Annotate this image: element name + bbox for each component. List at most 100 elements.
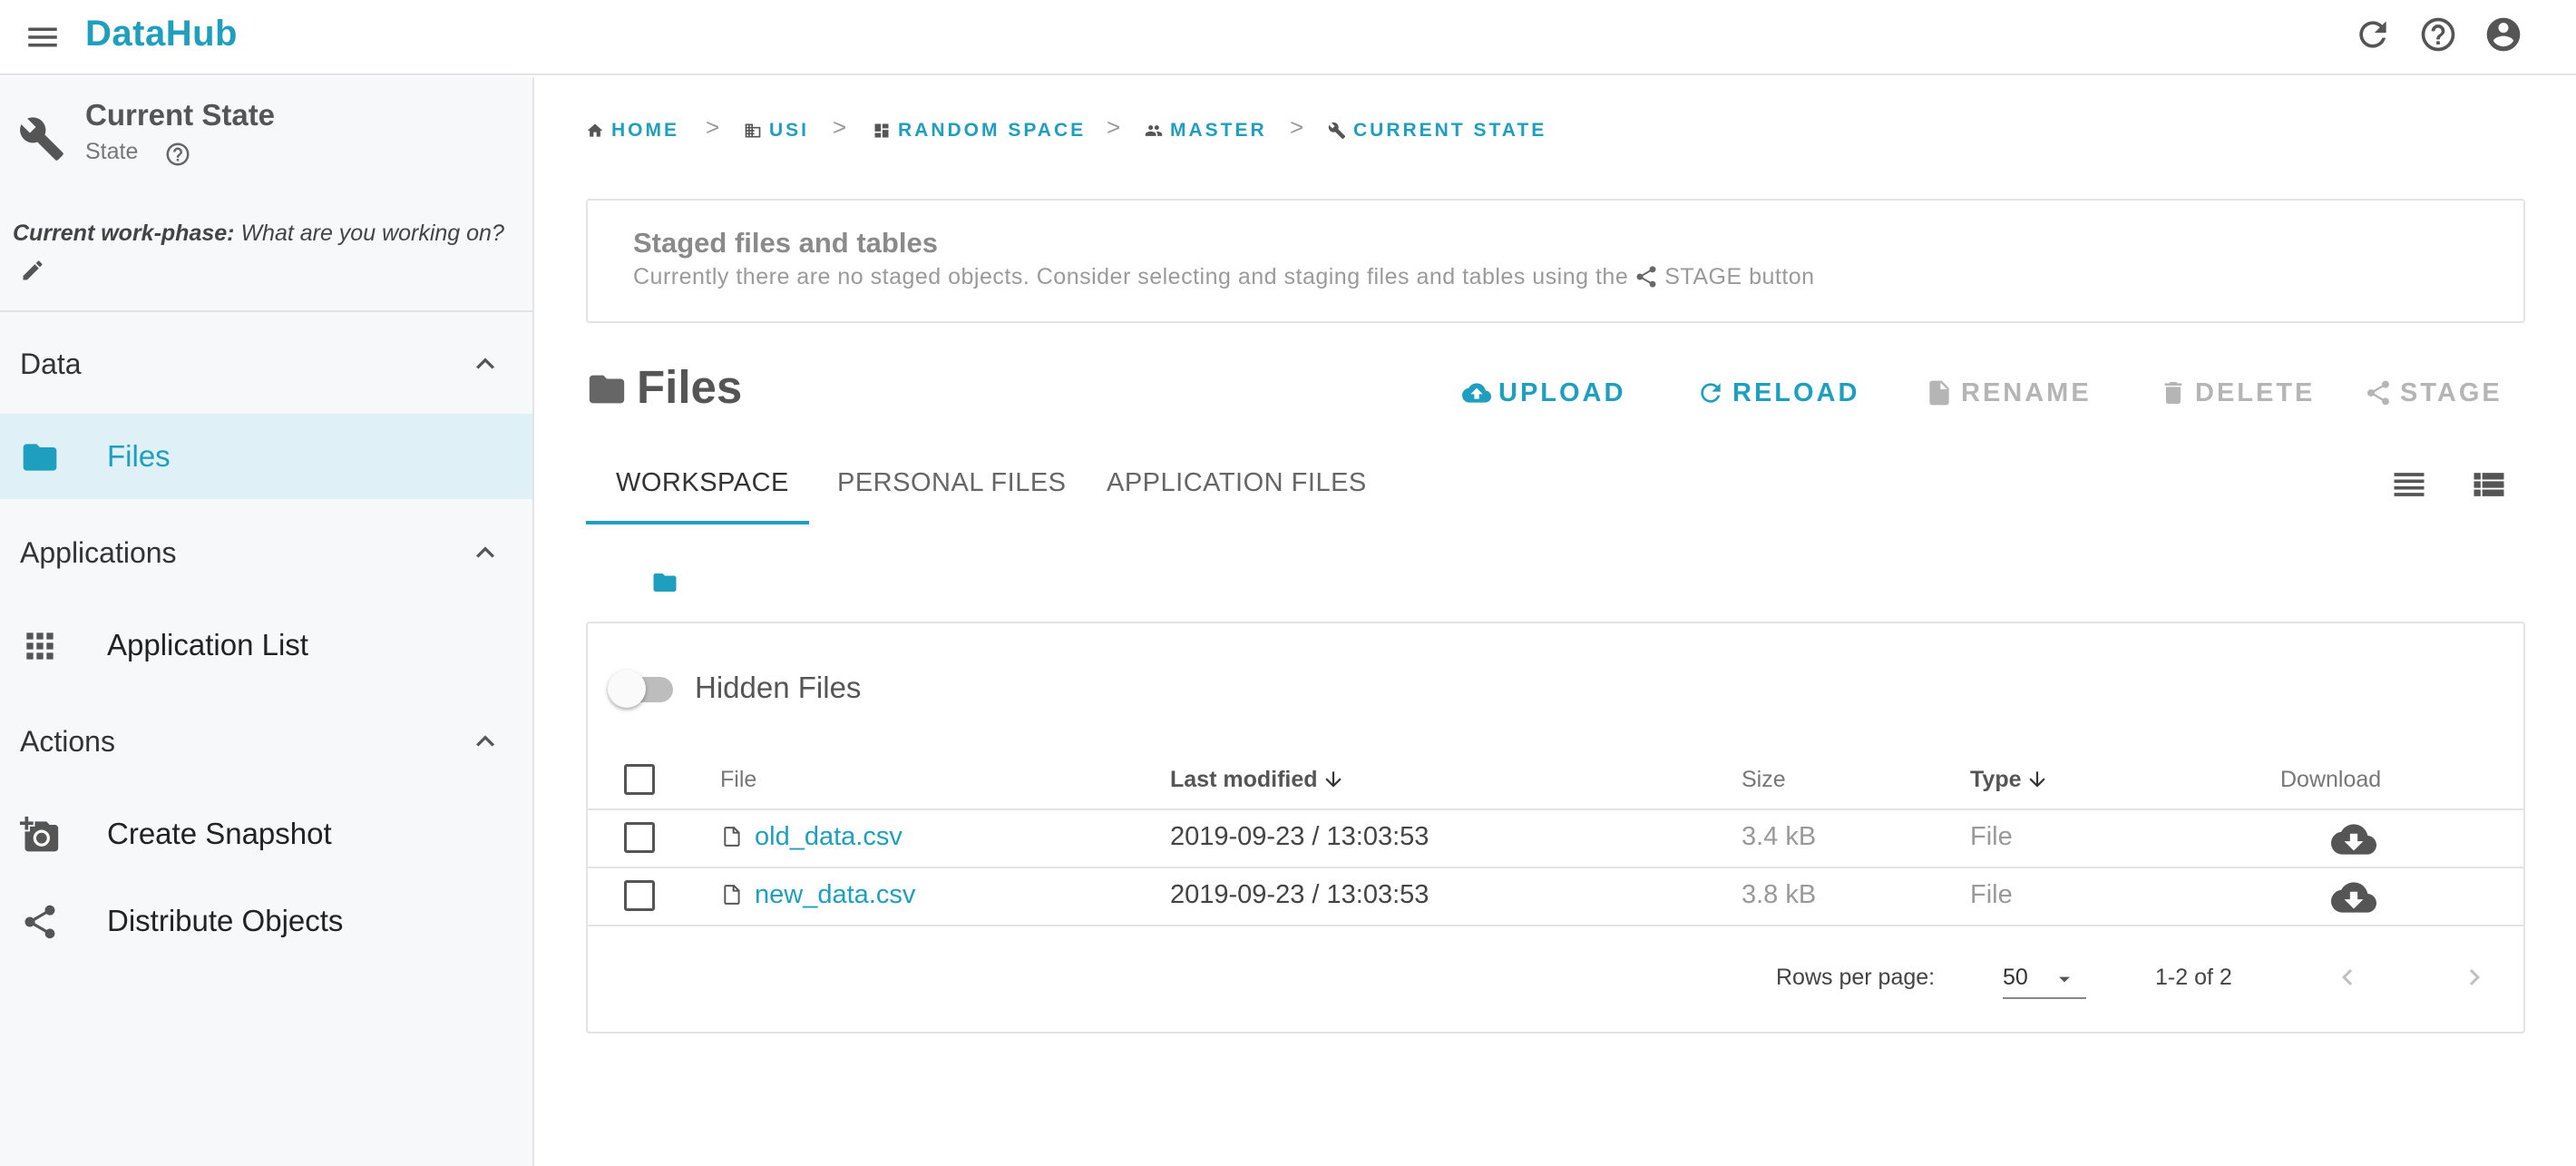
- column-label: Last modified: [1170, 767, 1318, 792]
- cloud-download-icon[interactable]: [2331, 817, 2376, 862]
- file-name: new_data.csv: [755, 880, 916, 909]
- breadcrumb-separator: >: [1107, 113, 1121, 141]
- work-phase-value[interactable]: What are you working on?: [240, 220, 503, 246]
- rename-label: RENAME: [1961, 378, 2092, 407]
- breadcrumb-random-space[interactable]: RANDOM SPACE: [873, 116, 1086, 145]
- sidebar-item-label: Create Snapshot: [107, 817, 332, 850]
- table-row-file-cell[interactable]: old_data.csv: [720, 820, 903, 853]
- delete-button[interactable]: DELETE: [2159, 374, 2315, 412]
- staged-text: Currently there are no staged objects. C…: [633, 264, 1629, 289]
- dashboard-icon: [874, 123, 889, 138]
- breadcrumb-label: RANDOM SPACE: [898, 120, 1087, 141]
- sidebar-item-distribute-objects[interactable]: Distribute Objects: [0, 878, 532, 964]
- file-link[interactable]: old_data.csv: [720, 820, 903, 853]
- breadcrumb-label: CURRENT STATE: [1353, 120, 1547, 141]
- table-row-file-cell[interactable]: new_data.csv: [720, 878, 915, 911]
- table-cell-size: 3.8 kB: [1742, 880, 1817, 909]
- table-cell-modified: 2019-09-23 / 13:03:53: [1170, 822, 1429, 851]
- row-checkbox[interactable]: [624, 880, 655, 911]
- select-all-checkbox[interactable]: [624, 764, 655, 795]
- column-header-size[interactable]: Size: [1742, 765, 1786, 794]
- grid-icon: [20, 626, 60, 666]
- column-header-type[interactable]: Type: [1970, 765, 2049, 794]
- sidebar-item-application-list[interactable]: Application List: [0, 603, 532, 688]
- sidebar-item-label: Distribute Objects: [107, 904, 344, 937]
- file-name: old_data.csv: [755, 822, 903, 851]
- tab-workspace[interactable]: WORKSPACE: [616, 463, 789, 503]
- cloud-download-icon[interactable]: [2331, 875, 2376, 920]
- help-circle-icon[interactable]: [164, 141, 191, 168]
- toggle-knob: [608, 670, 646, 708]
- column-label: Type: [1970, 767, 2022, 792]
- chevron-up-icon: [467, 534, 503, 571]
- refresh-icon[interactable]: [2353, 15, 2393, 54]
- top-app-bar: DataHub: [0, 0, 2576, 75]
- staged-title: Staged files and tables: [633, 227, 938, 259]
- hidden-files-toggle[interactable]: [608, 666, 680, 710]
- breadcrumb-current-state[interactable]: CURRENT STATE: [1328, 116, 1547, 145]
- row-divider: [588, 925, 2523, 926]
- hamburger-menu-icon[interactable]: [24, 18, 62, 56]
- state-subtitle: State: [85, 139, 139, 164]
- file-outline-icon: [724, 885, 740, 905]
- section-label: Applications: [20, 536, 177, 569]
- row-divider: [588, 867, 2523, 868]
- tab-application-files[interactable]: APPLICATION FILES: [1107, 463, 1367, 503]
- section-header-data[interactable]: Data: [0, 328, 532, 400]
- previous-page-icon[interactable]: [2331, 961, 2364, 994]
- table-cell-type: File: [1970, 822, 2013, 851]
- files-table-panel: Hidden Files File Last modified Size Typ…: [586, 622, 2525, 1034]
- breadcrumb-home[interactable]: HOME: [586, 116, 679, 145]
- row-checkbox[interactable]: [624, 822, 655, 853]
- sidebar-item-files[interactable]: Files: [0, 414, 532, 499]
- breadcrumb-label: HOME: [611, 120, 679, 141]
- arrow-down-icon: [1324, 771, 1342, 788]
- row-divider: [588, 808, 2523, 810]
- upload-button[interactable]: UPLOAD: [1462, 374, 1625, 412]
- file-icon: [1929, 380, 1949, 406]
- section-label: Data: [20, 348, 82, 380]
- chevron-up-icon: [467, 723, 503, 759]
- section-header-applications[interactable]: Applications: [0, 516, 532, 589]
- add-camera-icon: [20, 815, 60, 855]
- column-header-file[interactable]: File: [720, 765, 756, 794]
- file-link[interactable]: new_data.csv: [720, 878, 915, 911]
- folder-icon: [20, 437, 60, 477]
- file-outline-icon: [724, 827, 740, 847]
- list-view-icon[interactable]: [2389, 465, 2429, 505]
- rows-per-page-label: Rows per page:: [1776, 965, 1936, 990]
- tab-personal-files[interactable]: PERSONAL FILES: [837, 463, 1067, 503]
- detail-list-view-icon[interactable]: [2469, 465, 2509, 505]
- breadcrumb-separator: >: [706, 113, 720, 141]
- work-phase-label: Current work-phase:: [13, 220, 235, 246]
- share-icon: [2366, 380, 2389, 406]
- section-header-actions[interactable]: Actions: [0, 705, 532, 778]
- wrench-icon: [1328, 122, 1346, 140]
- rename-button[interactable]: RENAME: [1925, 374, 2092, 412]
- stage-button[interactable]: STAGE: [2364, 374, 2503, 412]
- reload-button[interactable]: RELOAD: [1696, 374, 1859, 412]
- column-header-download: Download: [2280, 767, 2382, 792]
- help-icon[interactable]: [2418, 15, 2458, 54]
- hidden-files-label: Hidden Files: [695, 671, 862, 704]
- folder-path-icon[interactable]: [651, 569, 678, 596]
- delete-label: DELETE: [2195, 378, 2316, 407]
- breadcrumb-usi[interactable]: USI: [744, 116, 809, 145]
- state-title: Current State: [85, 98, 276, 132]
- dropdown-arrow-icon: [2059, 976, 2070, 983]
- brand-logo-text[interactable]: DataHub: [85, 11, 238, 56]
- next-page-icon[interactable]: [2458, 961, 2491, 994]
- staged-message: Currently there are no staged objects. C…: [633, 260, 1815, 293]
- table-cell-type: File: [1970, 880, 2013, 909]
- sidebar-item-create-snapshot[interactable]: Create Snapshot: [0, 791, 532, 877]
- pencil-icon[interactable]: [20, 258, 45, 283]
- column-header-last-modified[interactable]: Last modified: [1170, 765, 1345, 794]
- files-title: Files: [637, 361, 743, 413]
- work-phase: Current work-phase: What are you working…: [13, 215, 521, 288]
- staged-button-ref: STAGE button: [1664, 264, 1815, 289]
- breadcrumb-label: USI: [769, 120, 810, 141]
- rows-per-page-select[interactable]: 50: [2003, 959, 2086, 999]
- folder-icon: [586, 368, 628, 410]
- account-icon[interactable]: [2483, 15, 2523, 54]
- breadcrumb-master[interactable]: MASTER: [1145, 116, 1267, 145]
